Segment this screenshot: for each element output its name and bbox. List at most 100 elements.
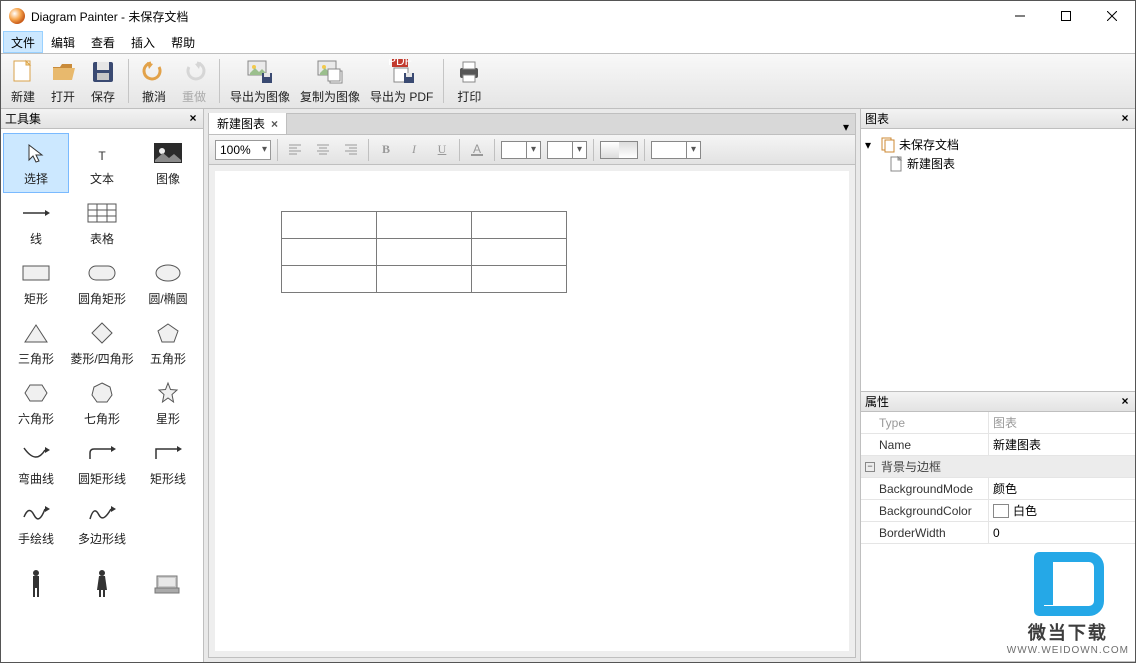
- tool-label: 三角形: [18, 350, 54, 367]
- font-color-button[interactable]: A: [466, 139, 488, 161]
- tree-pane-title: 图表: [865, 110, 889, 127]
- diagram-table[interactable]: [281, 211, 567, 293]
- tool-star[interactable]: 星形: [135, 373, 201, 433]
- tree-pane-close-button[interactable]: ×: [1117, 110, 1133, 126]
- document-set-icon: [881, 137, 895, 153]
- tool-roundrectline[interactable]: 圆矩形线: [69, 433, 135, 493]
- export-image-button[interactable]: 导出为图像: [226, 55, 294, 107]
- line-color-swatch[interactable]: ▾: [547, 141, 587, 159]
- tool-server[interactable]: [135, 553, 201, 613]
- star-icon: [151, 380, 185, 406]
- undo-button[interactable]: 撤消: [135, 55, 173, 107]
- tool-triangle[interactable]: 三角形: [3, 313, 69, 373]
- document-tab[interactable]: 新建图表 ×: [209, 113, 287, 134]
- tool-label: 矩形: [24, 290, 48, 307]
- document-tab-close-icon[interactable]: ×: [271, 117, 278, 131]
- tool-image[interactable]: 图像: [135, 133, 201, 193]
- tool-heptagon[interactable]: 七角形: [69, 373, 135, 433]
- svg-text:A: A: [473, 142, 481, 156]
- tool-freehand[interactable]: 手绘线: [3, 493, 69, 553]
- underline-button[interactable]: U: [431, 139, 453, 161]
- menu-edit[interactable]: 编辑: [43, 31, 83, 53]
- ellipse-icon: [151, 260, 185, 286]
- prop-row-bgmode[interactable]: BackgroundMode颜色: [861, 478, 1135, 500]
- gradient-swatch[interactable]: [600, 141, 638, 159]
- align-left-button[interactable]: [284, 139, 306, 161]
- copy-image-button[interactable]: 复制为图像: [296, 55, 364, 107]
- menu-help[interactable]: 帮助: [163, 31, 203, 53]
- tool-hexagon[interactable]: 六角形: [3, 373, 69, 433]
- toolbox-close-button[interactable]: ×: [185, 110, 201, 126]
- app-logo-icon: [9, 8, 25, 24]
- tool-person1[interactable]: [3, 553, 69, 613]
- select-icon: [19, 140, 53, 166]
- properties-pane: 属性 × Type图表 Name新建图表 −背景与边框 BackgroundMo…: [861, 392, 1135, 662]
- menu-bar: 文件 编辑 查看 插入 帮助: [1, 31, 1135, 53]
- tree-child[interactable]: 新建图表: [865, 154, 1131, 173]
- tool-label: 星形: [156, 410, 180, 427]
- tool-label: 文本: [90, 170, 114, 187]
- tool-label: 弯曲线: [18, 470, 54, 487]
- document-tab-label: 新建图表: [217, 115, 265, 132]
- hexagon-icon: [19, 380, 53, 406]
- properties-pane-close-button[interactable]: ×: [1117, 393, 1133, 409]
- menu-view[interactable]: 查看: [83, 31, 123, 53]
- roundrect-icon: [85, 260, 119, 286]
- canvas[interactable]: [215, 171, 849, 651]
- tool-label: 五角形: [150, 350, 186, 367]
- redo-button[interactable]: 重做: [175, 55, 213, 107]
- tool-diamond[interactable]: 菱形/四角形: [69, 313, 135, 373]
- toolbox-header: 工具集 ×: [1, 109, 203, 129]
- tab-dropdown-icon[interactable]: ▾: [837, 120, 855, 134]
- tool-pentagon[interactable]: 五角形: [135, 313, 201, 373]
- tool-text[interactable]: T 文本: [69, 133, 135, 193]
- tool-person2[interactable]: [69, 553, 135, 613]
- tool-curve[interactable]: 弯曲线: [3, 433, 69, 493]
- tool-select[interactable]: 选择: [3, 133, 69, 193]
- maximize-button[interactable]: [1043, 1, 1089, 31]
- document-tabs: 新建图表 × ▾: [208, 113, 856, 135]
- close-button[interactable]: [1089, 1, 1135, 31]
- tool-label: 圆矩形线: [78, 470, 126, 487]
- tree-collapse-icon[interactable]: ▾: [865, 138, 877, 152]
- person1-icon: [19, 570, 53, 596]
- tool-blank2: [135, 493, 201, 553]
- tool-roundrect[interactable]: 圆角矩形: [69, 253, 135, 313]
- menu-insert[interactable]: 插入: [123, 31, 163, 53]
- print-button[interactable]: 打印: [450, 55, 488, 107]
- tool-table[interactable]: 表格: [69, 193, 135, 253]
- export-pdf-button[interactable]: PDF导出为 PDF: [366, 55, 437, 107]
- tool-blank1: [135, 193, 201, 253]
- prop-group-bg[interactable]: −背景与边框: [861, 456, 1135, 478]
- tool-label: 圆/椭圆: [148, 290, 187, 307]
- prop-row-borderwidth[interactable]: BorderWidth0: [861, 522, 1135, 544]
- line-icon: [19, 200, 53, 226]
- new-button[interactable]: 新建: [4, 55, 42, 107]
- menu-file[interactable]: 文件: [3, 31, 43, 53]
- tool-line[interactable]: 线: [3, 193, 69, 253]
- tool-label: 选择: [24, 170, 48, 187]
- prop-row-name[interactable]: Name新建图表: [861, 434, 1135, 456]
- zoom-select[interactable]: 100%: [215, 140, 271, 160]
- tool-polyline[interactable]: 多边形线: [69, 493, 135, 553]
- bold-button[interactable]: B: [375, 139, 397, 161]
- align-right-button[interactable]: [340, 139, 362, 161]
- tree-root[interactable]: ▾ 未保存文档: [865, 135, 1131, 154]
- open-button[interactable]: 打开: [44, 55, 82, 107]
- toolbar-sep: [443, 59, 444, 103]
- tool-ellipse[interactable]: 圆/椭圆: [135, 253, 201, 313]
- text-icon: T: [85, 140, 119, 166]
- italic-button[interactable]: I: [403, 139, 425, 161]
- extra-color-swatch[interactable]: ▾: [651, 141, 701, 159]
- save-button[interactable]: 保存: [84, 55, 122, 107]
- color-chip-icon: [993, 504, 1009, 518]
- align-center-button[interactable]: [312, 139, 334, 161]
- minimize-button[interactable]: [997, 1, 1043, 31]
- tool-rect[interactable]: 矩形: [3, 253, 69, 313]
- tool-label: 七角形: [84, 410, 120, 427]
- fill-color-swatch[interactable]: ▾: [501, 141, 541, 159]
- properties-pane-title: 属性: [865, 393, 889, 410]
- prop-row-bgcolor[interactable]: BackgroundColor白色: [861, 500, 1135, 522]
- tool-label: 多边形线: [78, 530, 126, 547]
- tool-rectline[interactable]: 矩形线: [135, 433, 201, 493]
